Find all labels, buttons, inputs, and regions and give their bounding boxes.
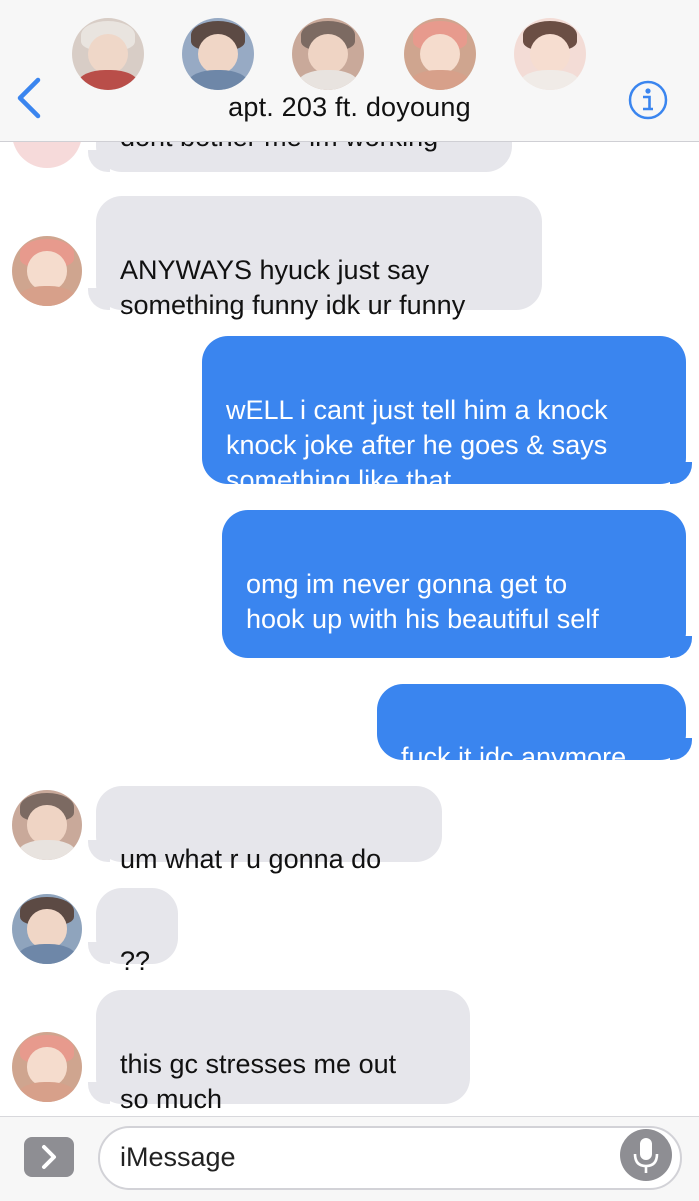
message-input[interactable]: iMessage [98,1126,682,1190]
message-bubble-received[interactable]: ANYWAYS hyuck just say something funny i… [96,196,542,320]
avatar[interactable] [404,18,476,90]
avatar[interactable] [182,18,254,90]
chevron-right-icon[interactable] [24,1137,74,1177]
message-text: wELL i cant just tell him a knock knock … [226,395,608,495]
avatar[interactable] [72,18,144,90]
microphone-icon[interactable] [620,1129,672,1181]
message-bubble-sent[interactable]: fuck it idc anymore [377,684,686,772]
avatar[interactable] [12,790,82,860]
conversation-title[interactable]: apt. 203 ft. doyoung [0,92,699,123]
info-icon[interactable] [628,80,668,120]
message-text: omg im never gonna get to hook up with h… [246,569,599,634]
conversation-header: apt. 203 ft. doyoung [0,0,699,142]
avatar[interactable] [12,236,82,306]
message-bubble-received[interactable]: um what r u gonna do [96,786,442,874]
message-text: um what r u gonna do [120,844,382,874]
avatar[interactable] [12,1032,82,1102]
message-bubble-sent[interactable]: omg im never gonna get to hook up with h… [222,510,686,705]
message-text: fuck it idc anymore [401,742,627,772]
message-bubble-sent[interactable]: wELL i cant just tell him a knock knock … [202,336,686,495]
compose-bar: iMessage [0,1116,699,1201]
avatar[interactable] [292,18,364,90]
message-text: this gc stresses me out so much [120,1049,397,1114]
message-text: ?? [120,946,151,976]
avatar[interactable] [514,18,586,90]
message-text: ANYWAYS hyuck just say something funny i… [120,255,466,320]
message-bubble-received[interactable]: this gc stresses me out so much [96,990,470,1114]
message-input-placeholder: iMessage [120,1142,236,1172]
emoji-row: 😔😔😔😔 [246,674,387,705]
avatar[interactable] [12,894,82,964]
